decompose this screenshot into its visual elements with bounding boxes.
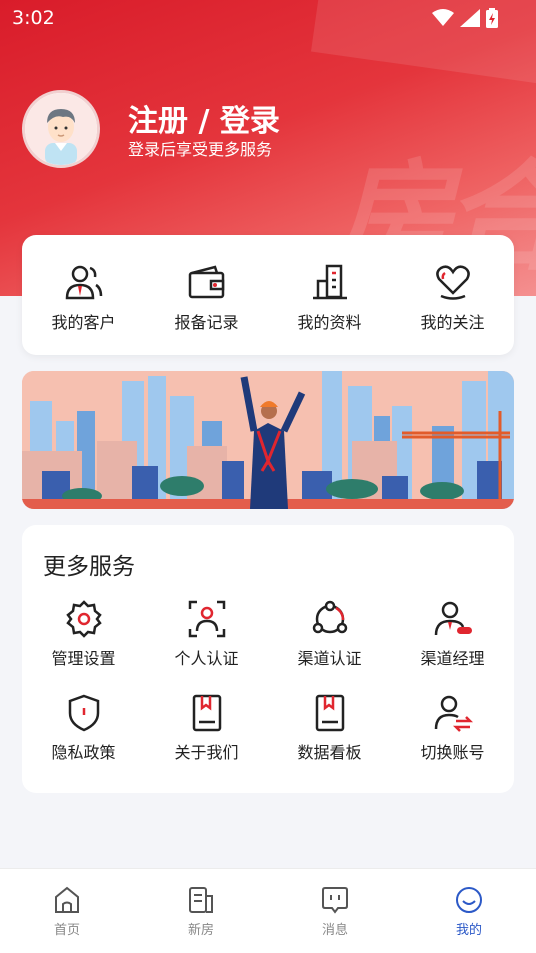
quick-item-profile-data[interactable]: 我的资料: [268, 235, 391, 355]
city-worker-illustration: [22, 371, 514, 509]
quick-item-following[interactable]: 我的关注: [391, 235, 514, 355]
signal-icon: [460, 9, 480, 27]
promo-banner[interactable]: [22, 371, 514, 509]
status-icons: [432, 8, 498, 28]
profile-icon: [456, 887, 482, 913]
building-icon: [312, 264, 347, 300]
quick-actions-card: 我的客户 报备记录 我的资料 我的关注: [22, 235, 514, 355]
service-label: 隐私政策: [51, 743, 116, 762]
service-label: 切换账号: [420, 743, 485, 762]
nav-label: 我的: [455, 923, 482, 938]
customers-icon: [65, 265, 102, 300]
login-title[interactable]: 注册 / 登录: [128, 96, 280, 140]
settings-gear-icon: [65, 600, 102, 638]
nav-item-profile[interactable]: 我的: [402, 869, 536, 953]
new-house-icon: [189, 887, 213, 913]
service-label: 数据看板: [297, 743, 362, 762]
manager-icon: [434, 601, 472, 636]
switch-account-icon: [434, 695, 473, 732]
avatar-person-icon: [25, 93, 97, 165]
service-data-dashboard[interactable]: 数据看板: [268, 693, 391, 763]
services-grid: 管理设置 个人认证 渠道认证 渠道经理 隐私政策 关于我们 数据看板 切换账号: [22, 599, 514, 763]
shield-icon: [68, 694, 99, 732]
quick-item-label: 我的客户: [51, 313, 116, 332]
wifi-icon: [432, 9, 454, 26]
service-label: 渠道认证: [297, 649, 362, 668]
service-label: 个人认证: [174, 649, 239, 668]
book-icon: [192, 694, 221, 732]
service-personal-verify[interactable]: 个人认证: [145, 599, 268, 669]
battery-icon: [486, 8, 498, 28]
quick-item-label: 我的资料: [297, 313, 362, 332]
channel-nodes-icon: [312, 600, 347, 634]
quick-item-records[interactable]: 报备记录: [145, 235, 268, 355]
face-scan-icon: [188, 600, 225, 638]
home-icon: [55, 886, 79, 913]
service-channel-verify[interactable]: 渠道认证: [268, 599, 391, 669]
login-subtitle: 登录后享受更多服务: [128, 140, 273, 159]
nav-label: 新房: [187, 923, 214, 938]
quick-item-label: 报备记录: [174, 313, 239, 332]
bottom-nav: 首页 新房 消息 我的: [0, 868, 536, 953]
status-bar: 3:02: [0, 0, 536, 36]
service-channel-manager[interactable]: 渠道经理: [391, 599, 514, 669]
dashboard-book-icon: [315, 694, 344, 732]
wallet-icon: [188, 265, 224, 299]
service-about-us[interactable]: 关于我们: [145, 693, 268, 763]
service-label: 关于我们: [174, 743, 239, 762]
service-label: 渠道经理: [420, 649, 485, 668]
service-privacy-policy[interactable]: 隐私政策: [22, 693, 145, 763]
nav-label: 首页: [53, 923, 80, 938]
service-management-settings[interactable]: 管理设置: [22, 599, 145, 669]
nav-label: 消息: [321, 923, 348, 938]
quick-item-label: 我的关注: [420, 313, 485, 332]
status-time: 3:02: [12, 7, 55, 29]
quick-item-customers[interactable]: 我的客户: [22, 235, 145, 355]
service-label: 管理设置: [51, 649, 116, 668]
heart-icon: [435, 265, 470, 300]
avatar[interactable]: [22, 90, 100, 168]
message-icon: [322, 887, 348, 914]
more-services-card: 更多服务 管理设置 个人认证 渠道认证 渠道经理 隐私政策 关于我们 数据看板 …: [22, 525, 514, 793]
service-switch-account[interactable]: 切换账号: [391, 693, 514, 763]
nav-item-messages[interactable]: 消息: [268, 869, 402, 953]
nav-item-home[interactable]: 首页: [0, 869, 134, 953]
services-title: 更多服务: [43, 554, 135, 580]
nav-item-new-house[interactable]: 新房: [134, 869, 268, 953]
